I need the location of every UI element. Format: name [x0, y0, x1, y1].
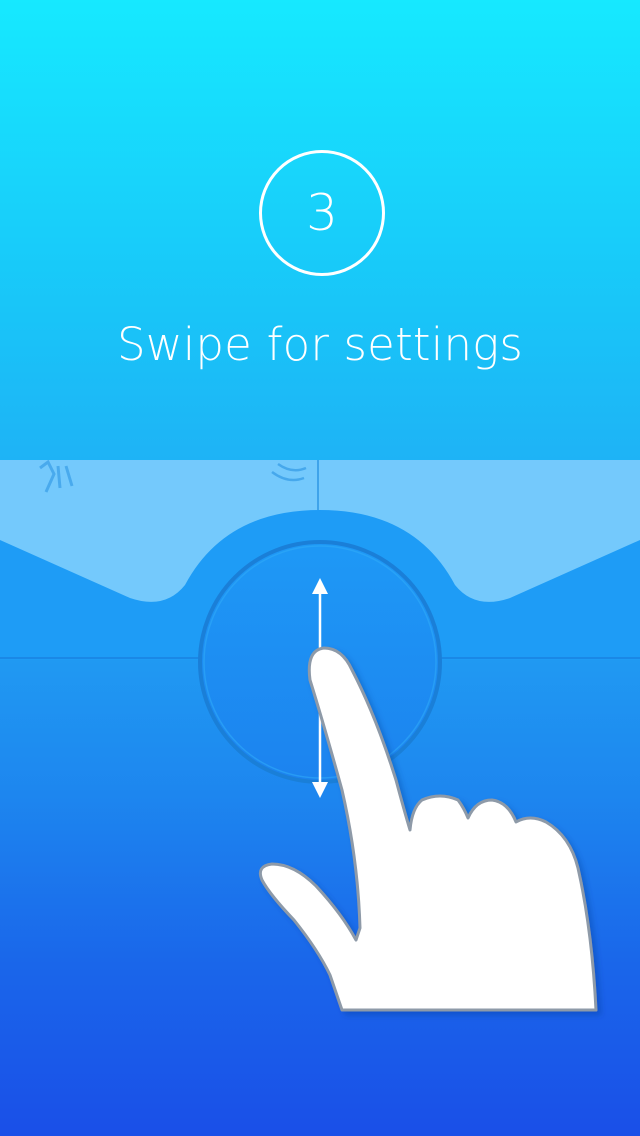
step-number: 3: [306, 184, 338, 242]
onboarding-title: Swipe for settings: [116, 318, 524, 371]
step-indicator: 3: [259, 150, 385, 276]
